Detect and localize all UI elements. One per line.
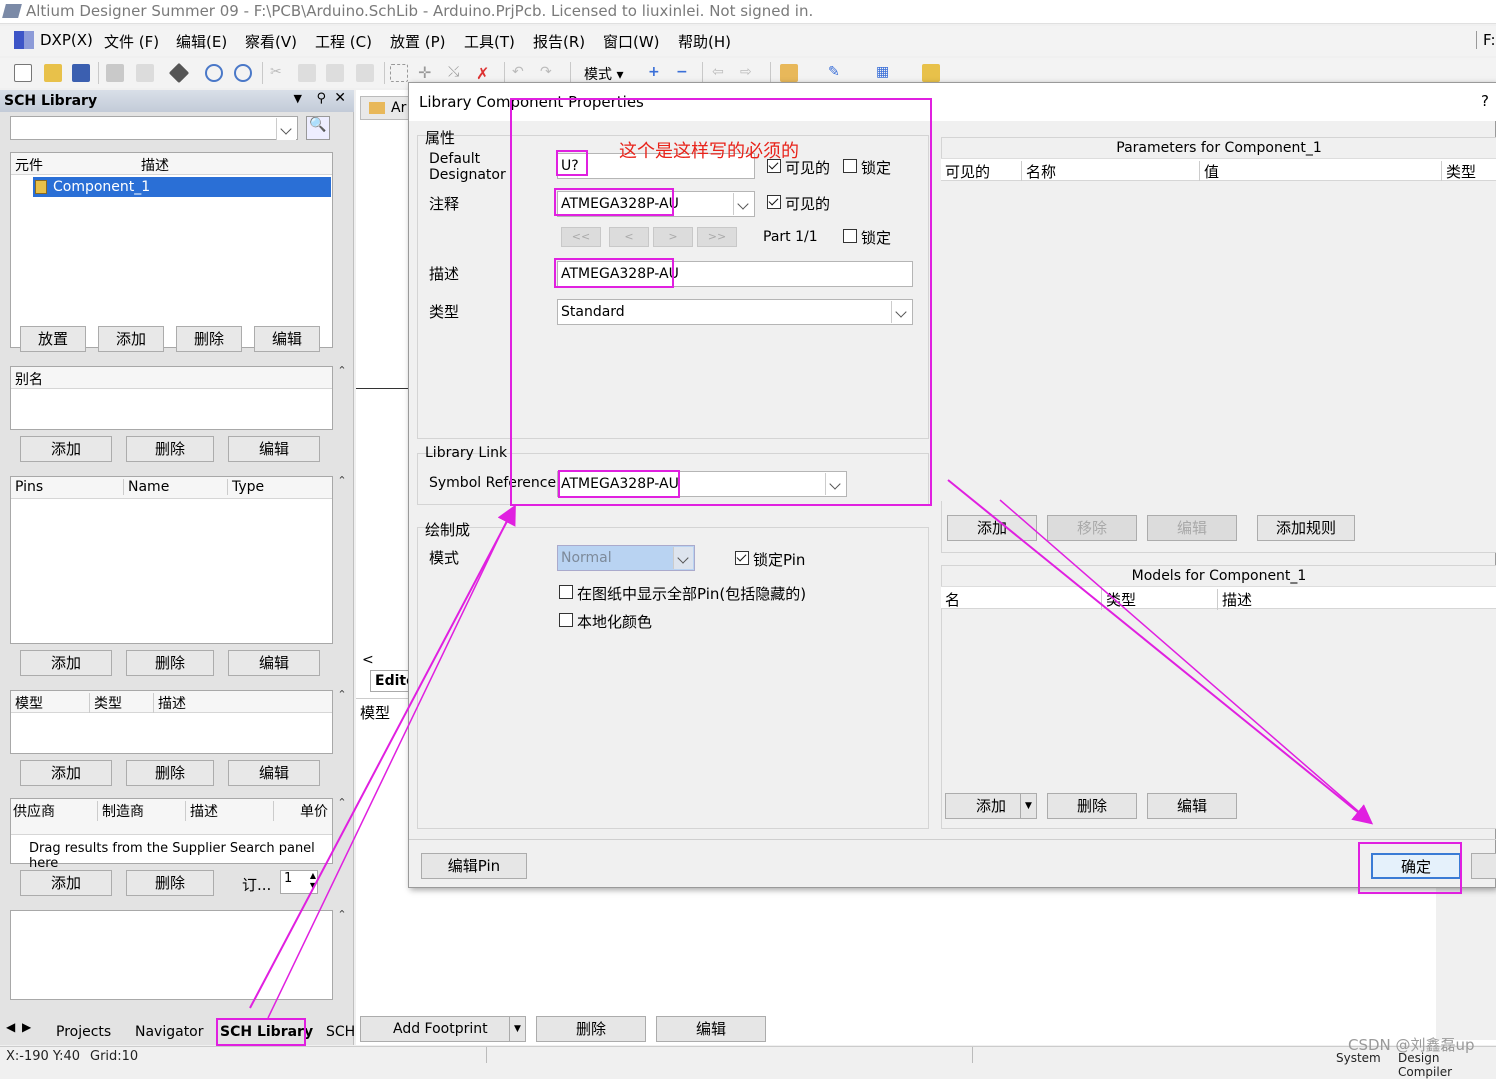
annotation-arrows [249,479,1374,1019]
divider [486,1047,487,1063]
arrow-line [999,499,1367,819]
arrow-line [267,509,513,1019]
arrow-line [947,479,1374,825]
design-compiler-button[interactable]: Design Compiler [1398,1051,1496,1079]
arrow-line [249,504,516,1009]
watermark: CSDN @刘鑫磊up [1348,1036,1475,1054]
grid-size: Grid:10 [90,1049,139,1064]
cursor-coordinates: X:-190 Y:40 [6,1049,81,1064]
status-bar: X:-190 Y:40 Grid:10 System Design Compil… [0,1046,1496,1079]
divider [972,1047,973,1063]
